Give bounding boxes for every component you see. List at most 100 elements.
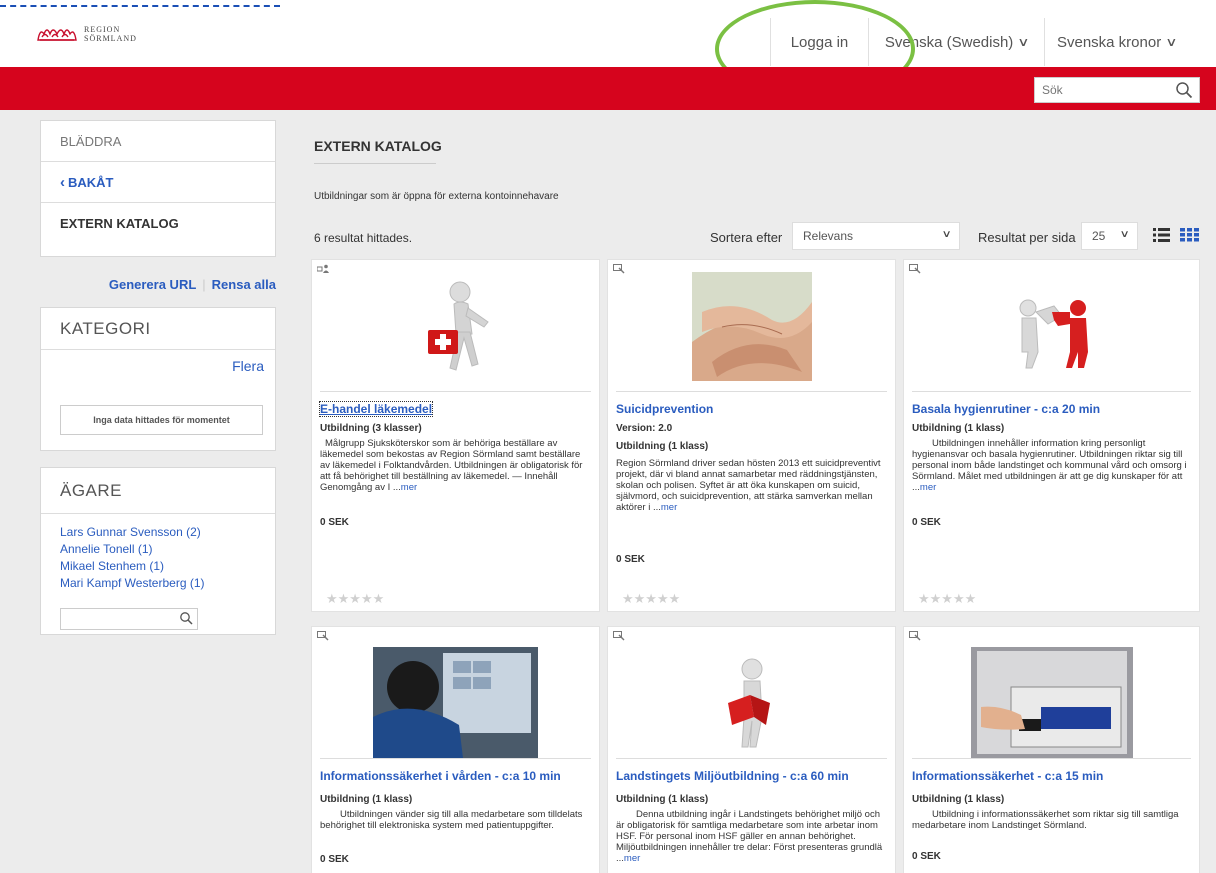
course-image	[904, 272, 1199, 381]
category-panel: KATEGORI Flera Inga data hittades för mo…	[40, 307, 276, 451]
chevron-left-icon: ‹	[60, 173, 65, 191]
browser-url-fragment	[0, 0, 300, 10]
more-link[interactable]: mer	[624, 853, 640, 864]
course-card[interactable]: E-handel läkemedel Utbildning (3 klasser…	[311, 259, 600, 612]
sort-select[interactable]: Relevans ∨	[792, 222, 960, 250]
card-divider	[320, 391, 591, 392]
owner-search-box	[60, 608, 198, 630]
chevron-down-icon: ∨	[1017, 35, 1030, 49]
top-header: Region Sörmland Logga in Svenska (Swedis…	[0, 0, 1216, 67]
sort-label: Sortera efter	[710, 230, 783, 245]
per-page-value: 25	[1092, 229, 1106, 243]
course-card[interactable]: Suicidprevention Version: 2.0 Utbildning…	[607, 259, 896, 612]
course-title-link[interactable]: E-handel läkemedel	[318, 401, 434, 417]
more-link[interactable]: mer	[920, 482, 936, 493]
person-with-medkit-image	[427, 281, 489, 371]
browse-panel: BLÄDDRA ‹ BAKÅT EXTERN KATALOG	[40, 120, 276, 257]
course-title-link[interactable]: Basala hygienrutiner - c:a 20 min	[912, 402, 1100, 416]
browse-title: BLÄDDRA	[41, 121, 275, 162]
link-separator: |	[202, 277, 206, 292]
logo-text: Region Sörmland	[84, 25, 137, 43]
list-view-icon[interactable]	[1153, 228, 1170, 242]
course-type: Utbildning (1 klass)	[912, 794, 1005, 805]
owner-link[interactable]: Mari Kampf Westerberg (1)	[41, 575, 275, 592]
course-card[interactable]: Landstingets Miljöutbildning - c:a 60 mi…	[607, 626, 896, 873]
description-text: Målgrupp Sjuksköterskor som är behöriga …	[320, 438, 583, 493]
person-at-computer-image	[373, 647, 538, 758]
course-title-link[interactable]: Landstingets Miljöutbildning - c:a 60 mi…	[616, 769, 849, 783]
language-label: Svenska (Swedish)	[884, 33, 1014, 51]
language-dropdown[interactable]: Svenska (Swedish) ∨	[868, 18, 1044, 66]
logo-line-2: Sörmland	[84, 34, 137, 43]
search-icon[interactable]	[179, 611, 193, 625]
search-icon[interactable]	[1175, 81, 1193, 99]
grid-view-icon[interactable]	[1180, 228, 1200, 242]
course-description: Utbildning i informationssäkerhet som ri…	[912, 809, 1191, 831]
owner-link[interactable]: Mikael Stenhem (1)	[41, 558, 275, 575]
card-divider	[616, 758, 887, 759]
course-price: 0 SEK	[616, 554, 645, 565]
owner-link[interactable]: Lars Gunnar Svensson (2)	[41, 524, 275, 541]
owner-link[interactable]: Annelie Tonell (1)	[41, 541, 275, 558]
course-card[interactable]: Informationssäkerhet - c:a 15 min Utbild…	[903, 626, 1200, 873]
owner-search-input[interactable]	[61, 609, 173, 629]
sort-value: Relevans	[803, 229, 854, 243]
description-text: Region Sörmland driver sedan hösten 2013…	[616, 458, 881, 513]
more-categories-link[interactable]: Flera	[232, 358, 264, 374]
course-card[interactable]: Informationssäkerhet i vården - c:a 10 m…	[311, 626, 600, 873]
file-drawer-image	[970, 647, 1133, 758]
owner-panel: ÄGARE Lars Gunnar Svensson (2) Annelie T…	[40, 467, 276, 635]
monitor-icon	[909, 631, 921, 641]
course-type: Utbildning (1 klass)	[912, 423, 1005, 434]
per-page-label: Resultat per sida	[978, 230, 1076, 245]
course-type: Utbildning (3 klasser)	[320, 423, 422, 434]
back-link[interactable]: ‹ BAKÅT	[41, 162, 275, 203]
description-text: Denna utbildning ingår i Landstingets be…	[616, 809, 883, 864]
course-title-link[interactable]: Informationssäkerhet - c:a 15 min	[912, 769, 1103, 783]
chevron-down-icon: ∨	[1165, 35, 1178, 49]
course-price: 0 SEK	[912, 851, 941, 862]
course-type: Utbildning (1 klass)	[616, 794, 709, 805]
card-divider	[320, 758, 591, 759]
chevron-down-icon: ∨	[941, 229, 952, 240]
more-link[interactable]: mer	[401, 482, 417, 493]
course-description: Denna utbildning ingår i Landstingets be…	[616, 809, 887, 864]
currency-label: Svenska kronor	[1056, 33, 1162, 51]
monitor-icon	[613, 631, 625, 641]
course-image	[312, 272, 599, 381]
course-title-link[interactable]: Suicidprevention	[616, 402, 713, 416]
course-title-link[interactable]: Informationssäkerhet i vården - c:a 10 m…	[320, 769, 561, 783]
course-description: Målgrupp Sjuksköterskor som är behöriga …	[320, 438, 591, 493]
more-link[interactable]: mer	[661, 502, 677, 513]
region-logo[interactable]: Region Sörmland	[36, 24, 137, 44]
generate-url-link[interactable]: Generera URL	[109, 277, 196, 292]
title-underline	[314, 163, 436, 164]
search-input[interactable]	[1035, 78, 1165, 102]
description-text: Utbildning i informationssäkerhet som ri…	[912, 809, 1179, 831]
course-image	[904, 647, 1199, 758]
per-page-select[interactable]: 25 ∨	[1081, 222, 1138, 250]
description-text: Utbildningen innehåller information krin…	[912, 438, 1187, 493]
description-text: Utbildningen vänder sig till alla medarb…	[320, 809, 583, 831]
rating-stars[interactable]: ★★★★★	[622, 591, 680, 607]
course-card[interactable]: Basala hygienrutiner - c:a 20 min Utbild…	[903, 259, 1200, 612]
page-subtitle: Utbildningar som är öppna för externa ko…	[314, 191, 559, 202]
rating-stars[interactable]: ★★★★★	[326, 591, 384, 607]
currency-dropdown[interactable]: Svenska kronor ∨	[1044, 18, 1188, 66]
holding-hands-image	[691, 272, 812, 381]
logo-line-1: Region	[84, 25, 121, 34]
clear-all-link[interactable]: Rensa alla	[212, 277, 276, 292]
course-type: Utbildning (1 klass)	[616, 441, 709, 452]
login-label: Logga in	[790, 33, 849, 51]
search-box	[1034, 77, 1200, 103]
back-label: BAKÅT	[68, 174, 114, 190]
course-image	[608, 647, 895, 758]
person-reading-image	[727, 658, 770, 748]
current-catalog: EXTERN KATALOG	[60, 216, 179, 231]
course-price: 0 SEK	[912, 517, 941, 528]
login-link[interactable]: Logga in	[770, 18, 868, 66]
course-image	[312, 647, 599, 758]
filter-links: Generera URL | Rensa alla	[40, 277, 276, 292]
course-price: 0 SEK	[320, 854, 349, 865]
rating-stars[interactable]: ★★★★★	[918, 591, 976, 607]
